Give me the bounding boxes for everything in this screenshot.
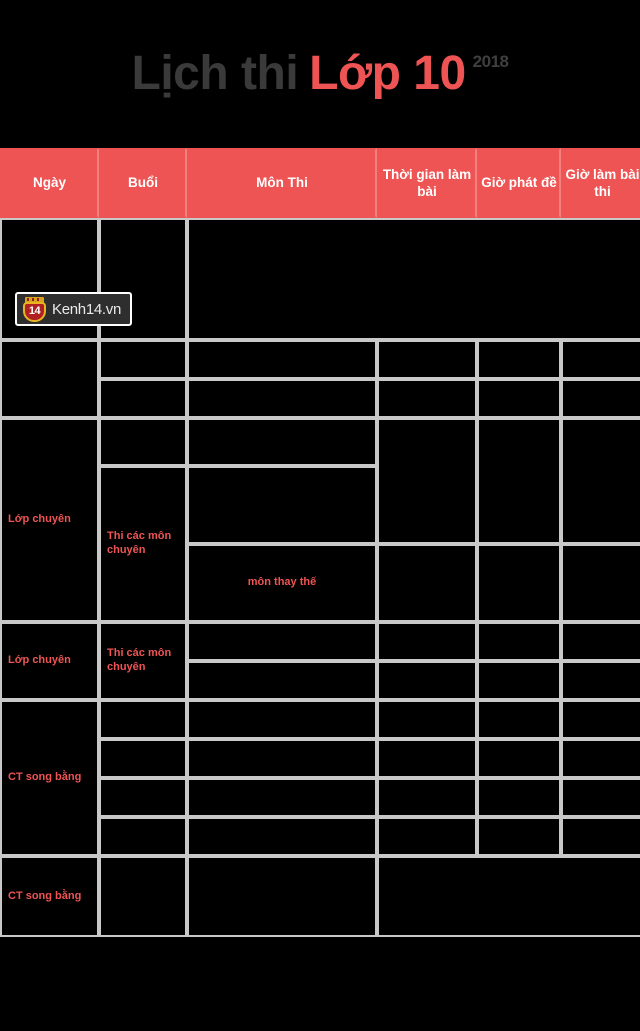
cell-gio-lam-bai [561, 379, 640, 418]
cell-thoi-gian [377, 778, 477, 817]
cell-mon-thi [187, 622, 377, 661]
cell-gio-lam-bai [561, 340, 640, 379]
cell-gio-lam-bai [561, 661, 640, 700]
cell-ngay: Lớp chuyên [0, 622, 99, 700]
cell-buoi [99, 418, 187, 466]
exam-schedule-table: Ngày Buổi Môn Thi Thời gian làm bài Giờ … [0, 148, 640, 937]
cell-gio-phat-de [477, 622, 561, 661]
cell-ngay: Lớp chuyên [0, 418, 99, 622]
cell-thoi-gian [377, 418, 477, 544]
watermark-text: Kenh14.vn [52, 300, 122, 318]
cell-gio-phat-de [477, 379, 561, 418]
cell-mon-thi [187, 700, 377, 739]
cell-buoi: Thi các môn chuyên [99, 622, 187, 700]
cell-mon-thi [187, 466, 377, 544]
cell-buoi: Thi các môn chuyên [99, 466, 187, 622]
cell-buoi [99, 856, 187, 937]
cell-gio-phat-de [477, 544, 561, 622]
cell-buoi [99, 700, 187, 739]
watermark-badge-number: 14 [28, 305, 41, 317]
column-header-ngay: Ngày [0, 148, 99, 218]
table-row: Lớp chuyên [0, 418, 640, 622]
cell-merged-rest [377, 856, 640, 937]
cell-thoi-gian [377, 817, 477, 856]
cell-gio-phat-de [477, 739, 561, 778]
cell-thoi-gian [377, 544, 477, 622]
cell-mon-thi [187, 817, 377, 856]
cell-thoi-gian [377, 340, 477, 379]
cell-ngay [0, 340, 99, 418]
cell-mon-thi [187, 340, 377, 379]
cell-mon-thi [187, 418, 377, 466]
table-row [0, 340, 640, 418]
title-main-text: Lịch thi [131, 47, 299, 100]
table-row: CT song bằng [0, 700, 640, 856]
title-year-text: 2018 [472, 52, 509, 71]
cell-gio-lam-bai [561, 622, 640, 661]
cell-ngay: CT song bằng [0, 700, 99, 856]
shield-icon: 14 [23, 301, 46, 322]
exam-schedule-page: Lịch thi Lớp 10 2018 Ngày Buổi Môn Thi T… [0, 0, 640, 1031]
cell-buoi [99, 379, 187, 418]
cell-gio-lam-bai [561, 817, 640, 856]
cell-gio-lam-bai [561, 544, 640, 622]
cell-mon-thi-thay-the: môn thay thế [187, 544, 377, 622]
table-row: Lớp chuyên Thi các môn chuyên [0, 622, 640, 700]
cell-buoi [99, 817, 187, 856]
cell-mon-thi [187, 856, 377, 937]
table-header: Ngày Buổi Môn Thi Thời gian làm bài Giờ … [0, 148, 640, 218]
cell-gio-lam-bai [561, 700, 640, 739]
cell-mon-thi [187, 661, 377, 700]
title-line: Lịch thi Lớp 10 2018 [132, 50, 509, 98]
cell-thoi-gian [377, 700, 477, 739]
cell-mon-thi [187, 778, 377, 817]
column-header-buoi: Buổi [99, 148, 187, 218]
cell-gio-lam-bai [561, 418, 640, 544]
cell-mon-thi-merged [187, 218, 640, 340]
title-accent-text: Lớp 10 [309, 47, 466, 100]
column-header-gio-phat-de: Giờ phát đề [477, 148, 561, 218]
cell-buoi [99, 340, 187, 379]
header-row: Ngày Buổi Môn Thi Thời gian làm bài Giờ … [0, 148, 640, 218]
cell-gio-phat-de [477, 778, 561, 817]
cell-gio-phat-de [477, 418, 561, 544]
cell-thoi-gian [377, 661, 477, 700]
column-header-thoi-gian: Thời gian làm bài [377, 148, 477, 218]
cell-thoi-gian [377, 622, 477, 661]
cell-mon-thi [187, 379, 377, 418]
cell-mon-thi [187, 739, 377, 778]
page-title: Lịch thi Lớp 10 2018 [0, 0, 640, 148]
cell-gio-phat-de [477, 817, 561, 856]
table-row: CT song bằng [0, 856, 640, 937]
cell-thoi-gian [377, 739, 477, 778]
cell-buoi [99, 739, 187, 778]
cell-gio-lam-bai [561, 778, 640, 817]
cell-gio-phat-de [477, 340, 561, 379]
column-header-gio-lam-bai: Giờ làm bài thi [561, 148, 640, 218]
column-header-mon-thi: Môn Thi [187, 148, 377, 218]
cell-buoi [99, 778, 187, 817]
cell-gio-phat-de [477, 661, 561, 700]
cell-gio-lam-bai [561, 739, 640, 778]
cell-gio-phat-de [477, 700, 561, 739]
watermark-kenh14: 14 Kenh14.vn [15, 292, 133, 326]
cell-thoi-gian [377, 379, 477, 418]
kenh14-logo-icon: 14 [23, 296, 46, 322]
cell-ngay: CT song bằng [0, 856, 99, 937]
